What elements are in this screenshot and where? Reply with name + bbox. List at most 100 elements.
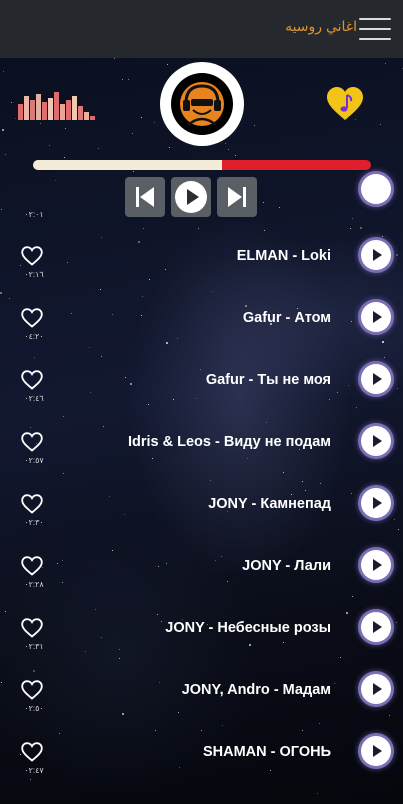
equalizer-bars-icon (18, 92, 98, 120)
heart-outline-icon[interactable] (21, 370, 43, 390)
list-item[interactable]: ٠٢:٤٦ Gafur - Ты не моя (0, 364, 403, 432)
song-duration: ٠٢:٢٨ (24, 580, 44, 589)
star (360, 227, 362, 229)
list-item[interactable]: ٠٢:٤٧ SHAMAN - ОГОНЬ (0, 736, 403, 804)
star (350, 228, 351, 229)
heart-outline-icon[interactable] (21, 308, 43, 328)
song-duration: ٠٢:٠١ (24, 210, 44, 219)
dj-logo (160, 62, 244, 146)
star (138, 241, 140, 243)
app-header: اغاني روسيه (0, 0, 403, 58)
star (114, 58, 115, 59)
star (40, 123, 41, 124)
app-title: اغاني روسيه (285, 18, 357, 34)
star (380, 124, 381, 125)
song-duration: ٠٢:٤٦ (24, 394, 44, 403)
star (385, 63, 386, 64)
play-icon (373, 249, 382, 261)
play-icon (373, 683, 382, 695)
heart-outline-icon[interactable] (21, 494, 43, 514)
star (254, 125, 255, 126)
song-play-button[interactable] (361, 426, 391, 456)
play-button[interactable] (171, 177, 211, 217)
star (132, 133, 133, 134)
heart-outline-icon[interactable] (21, 432, 43, 452)
star (198, 228, 199, 229)
song-title: SHAMAN - ОГОНЬ (202, 744, 331, 760)
play-icon (373, 373, 382, 385)
star (154, 122, 155, 123)
song-title: JONY - Небесные розы (165, 620, 331, 636)
next-button[interactable] (217, 177, 257, 217)
star (143, 228, 144, 229)
progress-played (33, 160, 223, 170)
star (169, 147, 170, 148)
star (15, 118, 16, 119)
song-duration: ٠٢:٥٧ (24, 456, 44, 465)
song-play-button[interactable] (361, 612, 391, 642)
list-item[interactable]: ٠٤:٢٠ Gafur - Атом (0, 302, 403, 370)
play-icon (373, 621, 382, 633)
play-icon (373, 435, 382, 447)
star (98, 148, 99, 149)
song-title: Gafur - Ты не моя (205, 372, 331, 388)
headphones-dj-icon (180, 82, 224, 126)
star (49, 145, 50, 146)
song-play-button[interactable] (361, 488, 391, 518)
song-play-button[interactable] (361, 240, 391, 270)
song-play-button[interactable] (361, 302, 391, 332)
song-play-button[interactable] (361, 550, 391, 580)
star (65, 128, 66, 129)
heart-outline-icon[interactable] (21, 556, 43, 576)
list-item[interactable]: ٠٢:١٦ ELMAN - Loki (0, 240, 403, 308)
song-title: ELMAN - Loki (236, 248, 331, 264)
star (382, 236, 383, 237)
song-duration: ٠٢:٤٧ (24, 766, 44, 775)
star (264, 230, 265, 231)
playback-progress-bar[interactable] (33, 160, 371, 170)
list-item[interactable]: ٠٢:٣١ JONY - Небесные розы (0, 612, 403, 680)
song-play-button[interactable] (361, 364, 391, 394)
song-duration: ٠٢:١٦ (24, 270, 44, 279)
list-item[interactable]: ٠٢:٢٨ JONY - Лали (0, 550, 403, 618)
song-title: JONY - Камнепад (208, 496, 331, 512)
previous-button[interactable] (125, 177, 165, 217)
star (64, 157, 65, 158)
star (122, 79, 123, 80)
star (2, 129, 4, 131)
song-title: Gafur - Атом (242, 310, 331, 326)
heart-outline-icon[interactable] (21, 618, 43, 638)
list-item[interactable]: ٠٢:٥٧ Idris & Leos - Виду не подам (0, 426, 403, 494)
player-controls (125, 177, 260, 219)
list-item[interactable]: ٠٢:٥٠ JONY, Andro - Мадам (0, 674, 403, 742)
skip-previous-icon (136, 187, 154, 207)
star (133, 171, 134, 172)
star (11, 102, 12, 103)
star (101, 237, 102, 238)
song-play-button[interactable] (361, 674, 391, 704)
heart-music-note-icon[interactable] (325, 86, 365, 122)
heart-outline-icon[interactable] (21, 680, 43, 700)
hamburger-menu-icon[interactable] (359, 16, 391, 42)
song-duration: ٠٢:٣١ (24, 642, 44, 651)
star (55, 180, 56, 181)
song-play-button[interactable] (361, 736, 391, 766)
song-title: JONY - Лали (242, 558, 331, 574)
skip-next-icon (228, 187, 246, 207)
star (235, 155, 236, 156)
list-item[interactable]: ٠٢:٣٠ JONY - Камнепад (0, 488, 403, 556)
song-duration: ٠٢:٣٠ (24, 518, 44, 527)
play-icon (373, 497, 382, 509)
song-duration: ٠٤:٢٠ (24, 332, 44, 341)
star (167, 64, 168, 65)
star (228, 149, 229, 150)
song-duration: ٠٢:٥٠ (24, 704, 44, 713)
star (3, 71, 4, 72)
star (128, 79, 129, 80)
song-play-button[interactable] (361, 174, 391, 204)
heart-outline-icon[interactable] (21, 742, 43, 762)
play-icon (373, 745, 382, 757)
play-icon (373, 311, 382, 323)
play-icon (373, 559, 382, 571)
heart-outline-icon[interactable] (21, 246, 43, 266)
